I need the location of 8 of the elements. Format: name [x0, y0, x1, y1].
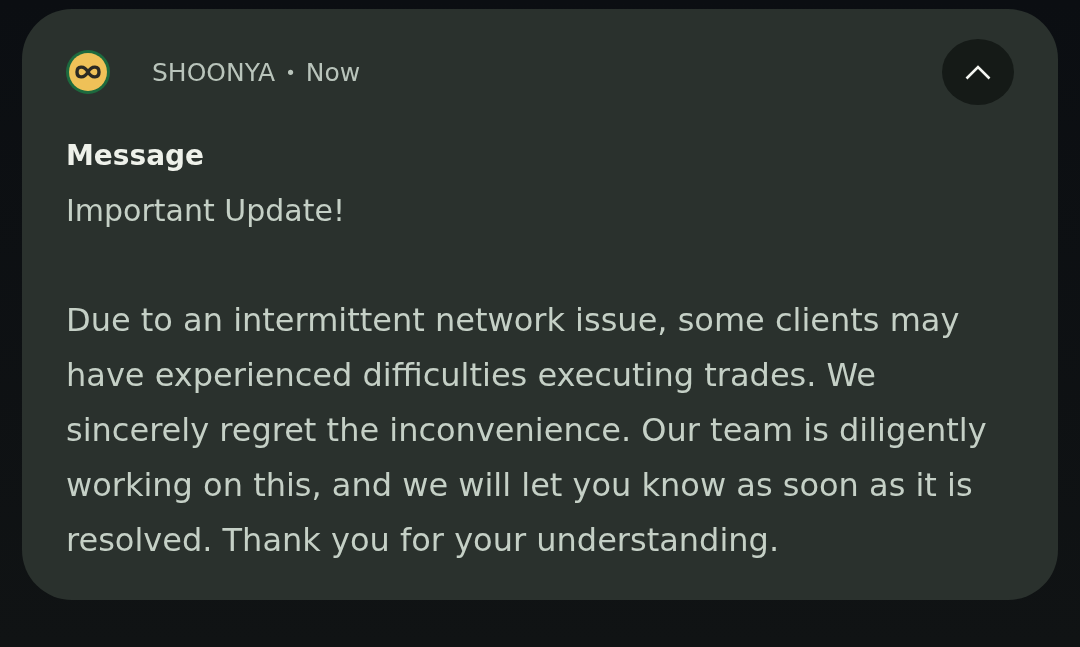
message-body: Due to an intermittent network issue, some clients may have experienced difficulties executing trades. We sincerely regret the inconvenience. Our team is diligently working on this, and we will let you know as soon as it is resolved. Thank you for your understanding. [66, 300, 988, 561]
message-subject: Important Update! [66, 192, 346, 230]
separator-dot: • [285, 61, 296, 83]
app-name: SHOONYA [152, 57, 276, 87]
infinity-logo-icon [66, 50, 110, 94]
notification-title: Message [66, 138, 206, 174]
chevron-icon [965, 64, 991, 80]
notification-time: Now [305, 57, 361, 87]
